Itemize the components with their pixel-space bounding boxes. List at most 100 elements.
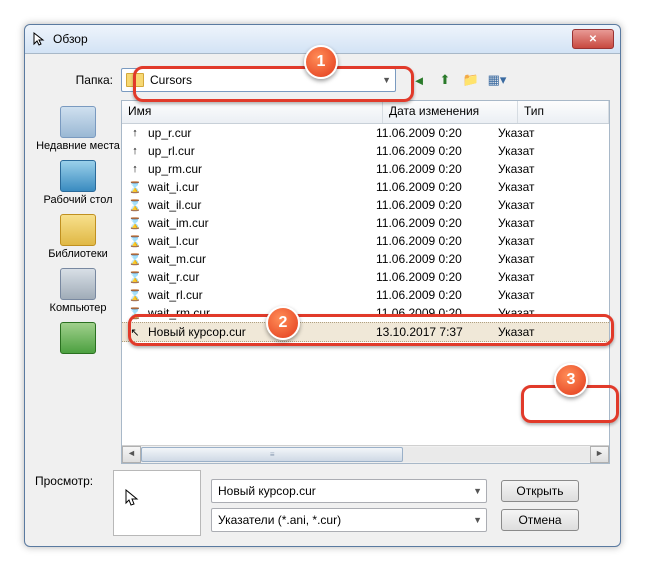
cursor-file-icon: ⌛ (128, 234, 142, 248)
file-name: wait_m.cur (148, 252, 206, 266)
cursor-icon (31, 31, 47, 47)
file-row[interactable]: ⌛ wait_i.cur 11.06.2009 0:20Указат (122, 178, 609, 196)
file-name: Новый курсор.cur (148, 325, 246, 339)
close-button[interactable]: ✕ (572, 29, 614, 49)
cursor-file-icon: ⌛ (128, 252, 142, 266)
toolbar-icons: ◄ ⬆ 📁 ▦▾ (410, 71, 506, 89)
file-date: 11.06.2009 0:20 (376, 198, 498, 212)
folder-combo[interactable]: Cursors ▼ (121, 68, 396, 92)
file-list-pane: Имя Дата изменения Тип ↑ up_r.cur 11.06.20… (121, 100, 610, 464)
file-type: Указат (498, 288, 609, 302)
preview-box (113, 470, 201, 536)
cursor-preview-icon (124, 489, 140, 512)
scroll-right-icon[interactable]: ► (590, 446, 609, 463)
file-type: Указат (498, 198, 609, 212)
new-folder-icon[interactable]: 📁 (462, 71, 480, 89)
file-date: 13.10.2017 7:37 (376, 325, 498, 339)
folder-label: Папка: (35, 73, 121, 87)
file-row[interactable]: ⌛ wait_rl.cur 11.06.2009 0:20Указат (122, 286, 609, 304)
cursor-file-icon: ↑ (128, 126, 142, 140)
file-row[interactable]: ↑ up_r.cur 11.06.2009 0:20Указат (122, 124, 609, 142)
cursor-file-icon: ↑ (128, 162, 142, 176)
chevron-down-icon: ▼ (473, 515, 482, 525)
file-row[interactable]: ⌛wait_il.cur11.06.2009 0:20Указат (122, 196, 609, 214)
header-date[interactable]: Дата изменения (383, 101, 518, 123)
preview-label: Просмотр: (35, 470, 113, 488)
file-name: wait_r.cur (148, 270, 199, 284)
file-name: wait_im.cur (148, 216, 209, 230)
place-computer[interactable]: Компьютер (50, 266, 107, 316)
file-type: Указат (498, 162, 609, 176)
chevron-down-icon: ▼ (382, 75, 391, 85)
filetype-combo[interactable]: Указатели (*.ani, *.cur) ▼ (211, 508, 487, 532)
file-name: wait_il.cur (148, 198, 201, 212)
file-row[interactable]: ↖Новый курсор.cur13.10.2017 7:37Указат (122, 322, 609, 342)
file-date: 11.06.2009 0:20 (376, 126, 498, 140)
window-title: Обзор (53, 32, 572, 46)
file-row[interactable]: ⌛ wait_im.cur 11.06.2009 0:20Указат (122, 214, 609, 232)
file-name: up_r.cur (148, 126, 191, 140)
cursor-file-icon: ⌛ (128, 288, 142, 302)
file-row[interactable]: ↑ up_rm.cur 11.06.2009 0:20Указат (122, 160, 609, 178)
chevron-down-icon: ▼ (473, 486, 482, 496)
horizontal-scrollbar[interactable]: ◄ ≡ ► (122, 445, 609, 463)
cursor-file-icon: ⌛ (128, 306, 142, 320)
list-header: Имя Дата изменения Тип (122, 101, 609, 124)
back-icon[interactable]: ◄ (410, 71, 428, 89)
file-date: 11.06.2009 0:20 (376, 252, 498, 266)
file-name: wait_l.cur (148, 234, 199, 248)
cursor-file-icon: ⌛ (128, 180, 142, 194)
scroll-thumb[interactable]: ≡ (141, 447, 403, 462)
cancel-button[interactable]: Отмена (501, 509, 579, 531)
titlebar[interactable]: Обзор ✕ (25, 25, 620, 54)
file-name: wait_rm.cur (148, 306, 210, 320)
file-type: Указат (498, 306, 609, 320)
filename-input[interactable]: Новый курсор.cur ▼ (211, 479, 487, 503)
folder-value: Cursors (150, 73, 192, 87)
file-name: wait_rl.cur (148, 288, 203, 302)
file-list[interactable]: ↑up_r.cur11.06.2009 0:20Указат↑up_rl.cur… (122, 124, 609, 445)
open-button[interactable]: Открыть (501, 480, 579, 502)
places-bar: Недавние места Рабочий стол Библиотеки К… (35, 100, 121, 464)
scroll-left-icon[interactable]: ◄ (122, 446, 141, 463)
file-name: up_rm.cur (148, 162, 202, 176)
file-date: 11.06.2009 0:20 (376, 144, 498, 158)
file-date: 11.06.2009 0:20 (376, 234, 498, 248)
file-name: up_rl.cur (148, 144, 195, 158)
file-row[interactable]: ⌛ wait_r.cur 11.06.2009 0:20Указат (122, 268, 609, 286)
up-icon[interactable]: ⬆ (436, 71, 454, 89)
file-name: wait_i.cur (148, 180, 199, 194)
file-date: 11.06.2009 0:20 (376, 306, 498, 320)
place-desktop[interactable]: Рабочий стол (43, 158, 112, 208)
file-date: 11.06.2009 0:20 (376, 180, 498, 194)
cursor-file-icon: ⌛ (128, 216, 142, 230)
file-row[interactable]: ⌛ wait_m.cur 11.06.2009 0:20Указат (122, 250, 609, 268)
cursor-file-icon: ↑ (128, 144, 142, 158)
file-date: 11.06.2009 0:20 (376, 270, 498, 284)
browse-dialog: Обзор ✕ Папка: Cursors ▼ ◄ ⬆ 📁 ▦▾ Недавн… (24, 24, 621, 547)
file-type: Указат (498, 270, 609, 284)
file-date: 11.06.2009 0:20 (376, 216, 498, 230)
file-type: Указат (498, 234, 609, 248)
file-type: Указат (498, 216, 609, 230)
file-row[interactable]: ↑up_rl.cur11.06.2009 0:20Указат (122, 142, 609, 160)
place-recent[interactable]: Недавние места (36, 104, 120, 154)
file-type: Указат (498, 252, 609, 266)
file-row[interactable]: ⌛ wait_l.cur 11.06.2009 0:20Указат (122, 232, 609, 250)
folder-icon (126, 73, 144, 87)
views-icon[interactable]: ▦▾ (488, 71, 506, 89)
cursor-file-icon: ⌛ (128, 270, 142, 284)
folder-row: Папка: Cursors ▼ ◄ ⬆ 📁 ▦▾ (25, 68, 610, 92)
preview-section: Просмотр: (35, 470, 201, 536)
header-name[interactable]: Имя (122, 101, 383, 123)
file-row[interactable]: ⌛ wait_rm.cur 11.06.2009 0:20Указат (122, 304, 609, 322)
place-network[interactable] (60, 320, 96, 358)
place-libraries[interactable]: Библиотеки (48, 212, 108, 262)
cursor-file-icon: ↖ (128, 325, 142, 339)
file-type: Указат (498, 126, 609, 140)
file-type: Указат (498, 180, 609, 194)
header-type[interactable]: Тип (518, 101, 609, 123)
file-date: 11.06.2009 0:20 (376, 288, 498, 302)
file-date: 11.06.2009 0:20 (376, 162, 498, 176)
scroll-track[interactable]: ≡ (141, 447, 590, 462)
